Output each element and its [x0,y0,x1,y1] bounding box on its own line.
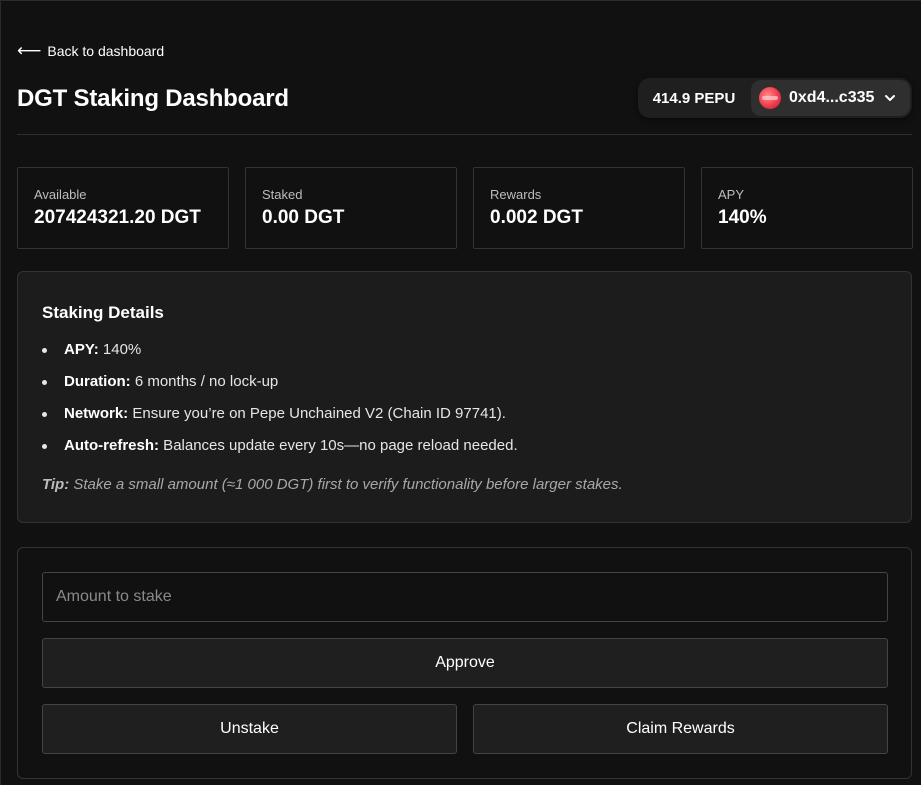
staking-details-title: Staking Details [42,303,164,322]
stat-value: 140% [718,207,767,228]
staking-tip: Tip: Stake a small amount (≈1 000 DGT) f… [42,476,623,493]
account-button[interactable]: 0xd4...c335 [751,80,910,116]
chevron-down-icon [885,95,896,101]
stake-form: Approve Unstake Claim Rewards [17,547,912,779]
page-title: DGT Staking Dashboard [17,85,289,112]
back-to-dashboard-link[interactable]: ⟵ Back to dashboard [17,41,165,60]
staking-details-list: APY: 140% Duration: 6 months / no lock-u… [42,340,518,468]
list-item: APY: 140% [42,340,518,372]
stat-value: 0.002 DGT [490,207,583,228]
wallet-widget: 414.9 PEPU 0xd4...c335 [638,78,912,118]
stat-value: 207424321.20 DGT [34,207,201,228]
stat-label: Staked [262,187,303,202]
detail-key: APY: [64,341,99,358]
tip-text: Stake a small amount (≈1 000 DGT) first … [69,476,623,493]
list-item: Network: Ensure you’re on Pepe Unchained… [42,404,518,436]
amount-to-stake-input[interactable] [42,572,888,622]
approve-button[interactable]: Approve [42,638,888,688]
wallet-address: 0xd4...c335 [789,89,875,106]
stat-card-available: Available 207424321.20 DGT [17,167,229,249]
tip-label: Tip: [42,476,70,493]
detail-key: Duration: [64,373,131,390]
claim-rewards-button[interactable]: Claim Rewards [473,704,888,754]
stat-card-staked: Staked 0.00 DGT [245,167,457,249]
stat-label: Available [34,187,87,202]
detail-key: Network: [64,405,129,422]
account-avatar-icon [759,87,781,109]
back-arrow-icon: ⟵ [17,41,42,60]
stat-card-apy: APY 140% [701,167,913,249]
detail-text: Ensure you’re on Pepe Unchained V2 (Chai… [128,405,506,422]
detail-text: 6 months / no lock-up [130,373,279,390]
wallet-balance[interactable]: 414.9 PEPU [638,90,750,107]
header-divider [17,134,912,135]
staking-details-panel: Staking Details APY: 140% Duration: 6 mo… [17,271,912,523]
detail-text: 140% [98,341,142,358]
stat-label: Rewards [490,187,542,202]
list-item: Auto-refresh: Balances update every 10s—… [42,436,518,468]
stat-value: 0.00 DGT [262,207,345,228]
unstake-button[interactable]: Unstake [42,704,457,754]
staking-page: ⟵ Back to dashboard DGT Staking Dashboar… [0,0,921,785]
detail-key: Auto-refresh: [64,437,160,454]
detail-text: Balances update every 10s—no page reload… [159,437,518,454]
stat-label: APY [718,187,745,202]
stat-card-rewards: Rewards 0.002 DGT [473,167,685,249]
list-item: Duration: 6 months / no lock-up [42,372,518,404]
back-link-label: Back to dashboard [47,43,165,59]
